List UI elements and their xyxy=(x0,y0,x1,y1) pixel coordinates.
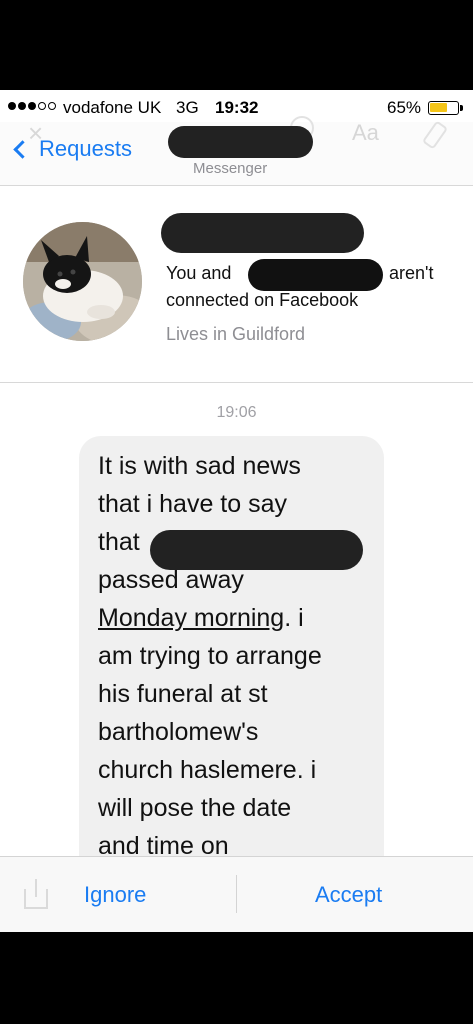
redacted-profile-name xyxy=(161,213,364,253)
message-line: will pose the date xyxy=(98,794,292,822)
top-black-bar xyxy=(0,0,473,90)
redacted-deceased-name xyxy=(150,530,363,570)
message-line: that i have to say xyxy=(98,490,288,518)
chevron-left-icon xyxy=(13,139,32,159)
back-to-requests-button[interactable]: Requests xyxy=(10,136,132,162)
ignore-button[interactable]: Ignore xyxy=(84,882,146,908)
request-action-bar: Ignore Accept xyxy=(0,856,473,932)
accept-button[interactable]: Accept xyxy=(315,882,382,908)
connection-suffix: aren't xyxy=(389,263,434,283)
profile-location: Lives in Guildford xyxy=(166,324,306,344)
message-line: passed away xyxy=(98,566,244,594)
message-timestamp: 19:06 xyxy=(216,404,257,421)
status-time: 19:32 xyxy=(215,98,259,117)
back-label: Requests xyxy=(39,136,132,161)
battery-icon xyxy=(428,101,459,115)
signal-strength-icon xyxy=(8,102,56,110)
avatar[interactable] xyxy=(23,222,142,341)
battery-fill xyxy=(430,103,447,112)
action-divider xyxy=(236,875,237,913)
message-line: that xyxy=(98,528,140,556)
profile-header: You and aren't connected on Facebook Liv… xyxy=(0,187,473,383)
message-line: bartholomew's xyxy=(98,718,259,746)
messenger-screen: vodafone UK 3G 19:32 65% × Aa Requests M… xyxy=(0,90,473,932)
redacted-sender-name xyxy=(248,259,383,291)
date-link[interactable]: Monday morning xyxy=(98,604,284,632)
network-type: 3G xyxy=(176,98,199,117)
message-line: his funeral at st xyxy=(98,680,268,708)
navigation-bar: × Aa Requests Messenger xyxy=(0,116,473,186)
message-line: church haslemere. i xyxy=(98,756,317,784)
share-icon[interactable] xyxy=(24,879,48,909)
edit-icon xyxy=(421,120,449,150)
text-size-icon: Aa xyxy=(352,120,379,145)
message-line: It is with sad news xyxy=(98,452,301,480)
message-line: am trying to arrange xyxy=(98,642,322,670)
connection-prefix: You and xyxy=(166,263,232,283)
connection-status: connected on Facebook xyxy=(166,290,359,310)
battery-percentage: 65% xyxy=(387,98,422,117)
message-fragment: . i xyxy=(284,604,304,632)
dog-photo xyxy=(23,222,142,341)
battery-tip xyxy=(460,105,463,111)
bottom-black-bar xyxy=(0,932,473,1024)
redacted-contact-name xyxy=(168,126,313,158)
status-bar: vodafone UK 3G 19:32 65% xyxy=(0,90,473,122)
carrier-name: vodafone UK xyxy=(63,98,162,117)
message-line-date: Monday morning. i xyxy=(98,604,304,633)
nav-subtitle: Messenger xyxy=(193,160,268,177)
